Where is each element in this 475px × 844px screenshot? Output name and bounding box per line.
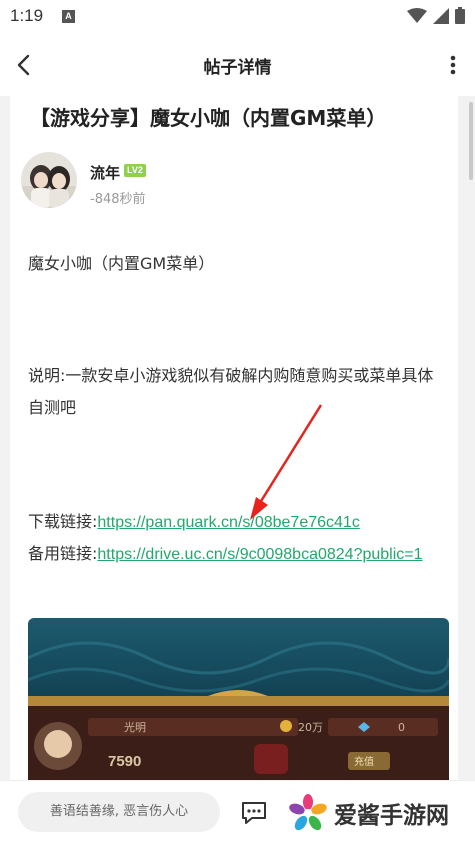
download-link-line: 下载链接:https://pan.quark.cn/s/08be7e76c41c — [28, 506, 448, 539]
status-indicators — [407, 7, 465, 24]
comment-input[interactable]: 善语结善缘, 恶言伤人心 — [18, 792, 220, 832]
flower-logo-icon — [289, 794, 327, 831]
hud-recharge: 充值 — [354, 755, 374, 768]
author-avatar[interactable] — [21, 152, 77, 208]
scrollbar[interactable] — [469, 102, 473, 180]
game-screenshot-image[interactable]: 光明 20万 0 7590 充值 — [28, 618, 449, 780]
post-time: -848秒前 — [90, 192, 146, 207]
post-content-area[interactable]: 【游戏分享】魔女小咖（内置GM菜单） 流年 LV2 -848秒前 魔女小咖（内置… — [0, 96, 475, 780]
comment-button[interactable] — [240, 799, 268, 827]
level-badge: LV2 — [124, 164, 146, 177]
site-watermark: 爱酱手游网 — [288, 793, 449, 833]
wifi-icon — [407, 7, 427, 23]
paragraph-intro: 魔女小咖（内置GM菜单） — [28, 254, 215, 273]
post-card: 【游戏分享】魔女小咖（内置GM菜单） 流年 LV2 -848秒前 魔女小咖（内置… — [10, 96, 458, 780]
backup-link[interactable]: https://drive.uc.cn/s/9c0098bca0824?publ… — [97, 546, 422, 563]
app-bar: 帖子详情 — [0, 34, 475, 96]
bottom-bar: 善语结善缘, 恶言伤人心 爱酱手游网 — [0, 780, 475, 844]
more-vertical-icon — [450, 55, 456, 75]
hud-power: 7590 — [108, 753, 141, 770]
signal-icon — [433, 7, 449, 24]
battery-icon — [455, 7, 465, 24]
comment-icon — [242, 802, 266, 824]
hud-gold: 20万 — [298, 721, 323, 734]
hud-name: 光明 — [124, 720, 146, 734]
author-name[interactable]: 流年 — [90, 162, 120, 183]
paragraph-description: 说明:一款安卓小游戏貌似有破解内购随意购买或菜单具体自测吧 — [28, 366, 434, 417]
download-label: 下载链接: — [28, 512, 98, 531]
backup-link-line: 备用链接:https://drive.uc.cn/s/9c0098bca0824… — [28, 538, 448, 571]
backup-label: 备用链接: — [28, 544, 98, 563]
watermark-text: 爱酱手游网 — [334, 803, 449, 829]
more-button[interactable] — [443, 50, 463, 80]
post-title: 【游戏分享】魔女小咖（内置GM菜单） — [30, 106, 387, 130]
page-title: 帖子详情 — [203, 58, 272, 78]
status-bar: 1:19 A — [0, 0, 475, 34]
status-time: 1:19 — [10, 6, 44, 25]
download-link[interactable]: https://pan.quark.cn/s/08be7e76c41c — [97, 514, 359, 531]
notification-icon: A — [62, 10, 75, 23]
hud-gems: 0 — [398, 721, 405, 734]
